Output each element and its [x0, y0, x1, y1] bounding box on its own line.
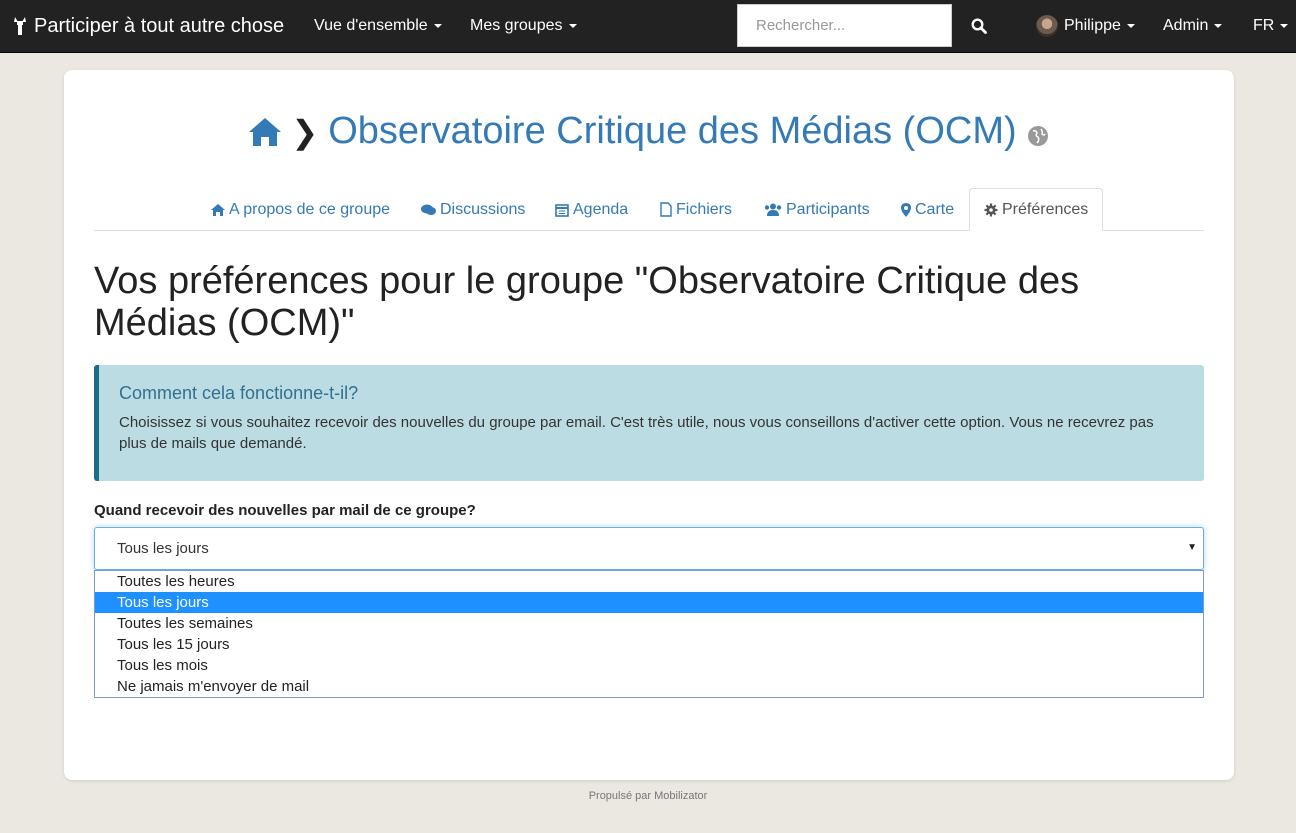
tab-discussions-label: Discussions	[440, 200, 526, 218]
caret-down-icon	[568, 24, 577, 28]
notification-frequency-select[interactable]: Tous les jours ▼	[94, 527, 1204, 570]
footer-credit: Propulsé par Mobilizator	[588, 790, 708, 802]
nav-overview-label: Vue d'ensemble	[314, 17, 428, 34]
select-current-value: Tous les jours	[117, 540, 209, 557]
info-callout: Comment cela fonctionne-t-il? Choisissez…	[94, 365, 1204, 481]
tab-files[interactable]: Fichiers	[660, 188, 732, 231]
select-option[interactable]: Ne jamais m'envoyer de mail	[95, 676, 1203, 697]
select-option[interactable]: Tous les jours	[95, 592, 1203, 613]
calendar-icon	[555, 203, 569, 217]
tab-participants-label: Participants	[786, 200, 870, 218]
brand-link[interactable]: Participer à tout autre chose	[12, 0, 284, 52]
file-icon	[660, 202, 672, 217]
search-input[interactable]	[737, 4, 952, 47]
caret-down-icon	[1126, 24, 1135, 28]
select-option[interactable]: Toutes les heures	[95, 571, 1203, 592]
comments-icon	[421, 204, 436, 215]
tab-map-label: Carte	[915, 200, 955, 218]
tab-about-label: A propos de ce groupe	[229, 200, 391, 218]
nav-overview-dropdown[interactable]: Vue d'ensemble	[314, 0, 442, 52]
avatar	[1036, 15, 1058, 37]
tab-map[interactable]: Carte	[901, 188, 954, 231]
torch-icon	[14, 17, 26, 35]
caret-down-icon	[1214, 24, 1223, 28]
info-text: Choisissez si vous souhaitez recevoir de…	[119, 414, 1154, 452]
triangle-down-icon: ▼	[1187, 542, 1197, 553]
notification-frequency-label: Quand recevoir des nouvelles par mail de…	[94, 502, 476, 519]
user-name: Philippe	[1064, 17, 1121, 34]
tab-preferences[interactable]: Préférences	[969, 188, 1104, 231]
nav-groups-dropdown[interactable]: Mes groupes	[470, 0, 577, 52]
search-icon	[971, 18, 987, 34]
admin-dropdown[interactable]: Admin	[1163, 0, 1223, 52]
map-marker-icon	[901, 202, 911, 217]
gear-icon	[984, 203, 998, 216]
brand-label: Participer à tout autre chose	[34, 14, 285, 37]
home-icon[interactable]	[247, 116, 283, 148]
users-icon	[764, 203, 782, 216]
tab-preferences-label: Préférences	[1002, 200, 1089, 218]
user-menu-dropdown[interactable]: Philippe	[1036, 0, 1135, 52]
tab-about[interactable]: A propos de ce groupe	[211, 188, 390, 231]
language-label: FR	[1253, 17, 1275, 34]
search-button[interactable]	[965, 12, 993, 40]
select-options-list: Toutes les heures Tous les jours Toutes …	[94, 570, 1204, 698]
tab-discussions[interactable]: Discussions	[421, 188, 525, 231]
tab-files-label: Fichiers	[676, 200, 733, 218]
select-option[interactable]: Toutes les semaines	[95, 613, 1203, 634]
group-tabs: A propos de ce groupe Discussions Agenda…	[94, 188, 1204, 231]
page-title: Vos préférences pour le groupe "Observat…	[94, 260, 1080, 344]
group-title[interactable]: Observatoire Critique des Médias (OCM)	[328, 110, 1016, 153]
select-option[interactable]: Tous les mois	[95, 655, 1203, 676]
admin-label: Admin	[1163, 17, 1209, 34]
caret-down-icon	[1280, 24, 1289, 28]
group-title-bar: ❯ Observatoire Critique des Médias (OCM)	[0, 110, 1296, 153]
chevron-right-icon: ❯	[291, 113, 319, 150]
caret-down-icon	[433, 24, 442, 28]
select-option[interactable]: Tous les 15 jours	[95, 634, 1203, 655]
globe-icon	[1027, 125, 1048, 146]
tab-agenda[interactable]: Agenda	[555, 188, 628, 231]
tab-agenda-label: Agenda	[573, 200, 629, 218]
info-title: Comment cela fonctionne-t-il?	[119, 383, 359, 403]
tab-participants[interactable]: Participants	[764, 188, 870, 231]
nav-groups-label: Mes groupes	[470, 17, 563, 34]
home-icon	[211, 203, 225, 216]
top-navbar: Participer à tout autre chose Vue d'ense…	[0, 0, 1296, 53]
language-dropdown[interactable]: FR	[1253, 0, 1289, 52]
